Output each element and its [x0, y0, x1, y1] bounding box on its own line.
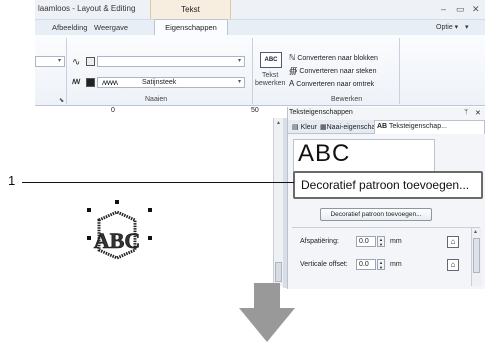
decorative-pattern-button-zoomed[interactable]: Decoratief patroon toevoegen... — [293, 171, 483, 199]
tab-eigenschappen-label: Eigenschappen — [165, 23, 217, 32]
dialog-launcher-icon[interactable]: ⬊ — [59, 97, 64, 104]
ruler-mark-0: 0 — [111, 107, 115, 114]
ruler-mark-50: 50 — [251, 107, 259, 114]
spacing-spinner[interactable]: ▲ ▼ — [377, 236, 385, 247]
line-sew-icon[interactable]: ∿ — [72, 57, 80, 68]
stitch-type-value: Satijnsteek — [142, 79, 177, 86]
down-arrow-icon — [254, 283, 280, 311]
left-combo[interactable]: ▾ — [35, 56, 65, 67]
text-preview: ABC — [293, 139, 435, 175]
vertical-offset-preset-icon[interactable]: ⌂ — [447, 259, 459, 271]
line-sew-type-combo[interactable]: ▾ — [97, 56, 245, 67]
callout-number: 1 — [8, 173, 16, 188]
vertical-offset-input[interactable]: 0.0 — [356, 259, 376, 270]
group-separator — [399, 38, 400, 104]
vertical-offset-label: Verticale offset: — [300, 261, 348, 268]
stitch-type-combo[interactable]: ʌʌʌʌʌ Satijnsteek ▾ — [97, 77, 245, 88]
convert-blocks-icon: ℕ — [289, 53, 296, 62]
context-tab-label: Tekst — [181, 5, 200, 14]
tab-afbeelding[interactable]: Afbeelding — [52, 23, 87, 32]
down-arrow-head-icon — [239, 308, 295, 342]
convert-blocks-button[interactable]: ℕ Converteren naar blokken — [289, 53, 378, 62]
panel-scroll-thumb[interactable] — [473, 238, 480, 273]
convert-stitches-button[interactable]: ∰ Converteren naar steken — [289, 66, 376, 75]
edit-text-label-2[interactable]: bewerken — [255, 80, 285, 87]
convert-outline-icon: A — [289, 79, 295, 88]
region-color-icon[interactable] — [86, 78, 95, 87]
preview-text: ABC — [298, 140, 351, 167]
close-icon[interactable]: ✕ — [472, 4, 480, 15]
group-separator — [66, 38, 67, 104]
convert-stitches-icon: ∰ — [289, 66, 298, 75]
help-icon[interactable]: ▾ — [465, 23, 469, 31]
spacing-label: Afspatiëring: — [300, 238, 339, 245]
vertical-offset-unit: mm — [390, 261, 402, 268]
spacing-preset-icon[interactable]: ⌂ — [447, 236, 459, 248]
region-sew-icon[interactable]: ꟿ — [72, 78, 80, 86]
tab-kleur[interactable]: ▤ Kleur — [292, 123, 317, 131]
monogram-design[interactable]: ABC — [35, 118, 279, 288]
group-separator — [252, 38, 253, 104]
panel-scroll-up-icon[interactable]: ▲ — [473, 229, 478, 235]
sew-props-icon: ▦ — [320, 124, 327, 131]
title-bar: laamloos - Layout & Editing — [35, 0, 485, 20]
text-props-icon: AB — [377, 123, 388, 130]
group-label-naaien: Naaien — [145, 96, 168, 103]
panel-separator — [292, 227, 480, 228]
spacing-input[interactable]: 0.0 — [356, 236, 376, 247]
satin-stitch-icon: ʌʌʌʌʌ — [102, 78, 118, 87]
tab-eigenschappen[interactable]: Eigenschappen — [154, 19, 228, 36]
pin-icon[interactable]: ᛘ — [464, 109, 468, 116]
tab-weergave[interactable]: Weergave — [94, 23, 128, 32]
vertical-offset-spinner[interactable]: ▲ ▼ — [377, 259, 385, 270]
color-swatch-icon[interactable] — [86, 57, 95, 66]
spacing-unit: mm — [390, 238, 402, 245]
edit-text-icon[interactable]: ABC — [260, 52, 282, 68]
tab-teksteigenschappen-label: AB Teksteigenschap... — [377, 123, 447, 130]
canvas-scroll-thumb[interactable] — [275, 262, 282, 282]
monogram-text: ABC — [94, 228, 140, 253]
edit-text-label[interactable]: Tekst — [262, 72, 278, 79]
panel-close-icon[interactable]: ✕ — [475, 109, 481, 117]
minimize-icon[interactable]: – — [441, 4, 446, 14]
options-menu[interactable]: Optie ▾ — [436, 23, 458, 31]
scroll-up-icon[interactable]: ▲ — [276, 120, 281, 126]
callout-line — [22, 182, 294, 183]
color-icon: ▤ — [292, 124, 299, 131]
window-title: laamloos - Layout & Editing — [38, 4, 136, 13]
group-label-bewerken: Bewerken — [331, 96, 363, 103]
add-decorative-pattern-button[interactable]: Decoratief patroon toevoegen... — [320, 208, 432, 221]
convert-outline-button[interactable]: A Converteren naar omtrek — [289, 79, 374, 88]
context-tab-tekst[interactable]: Tekst — [150, 0, 231, 19]
panel-title: Teksteigenschappen — [289, 109, 353, 116]
ribbon-body — [35, 35, 485, 106]
restore-icon[interactable]: ▭ — [456, 4, 465, 15]
design-canvas[interactable]: ABC — [35, 118, 279, 288]
